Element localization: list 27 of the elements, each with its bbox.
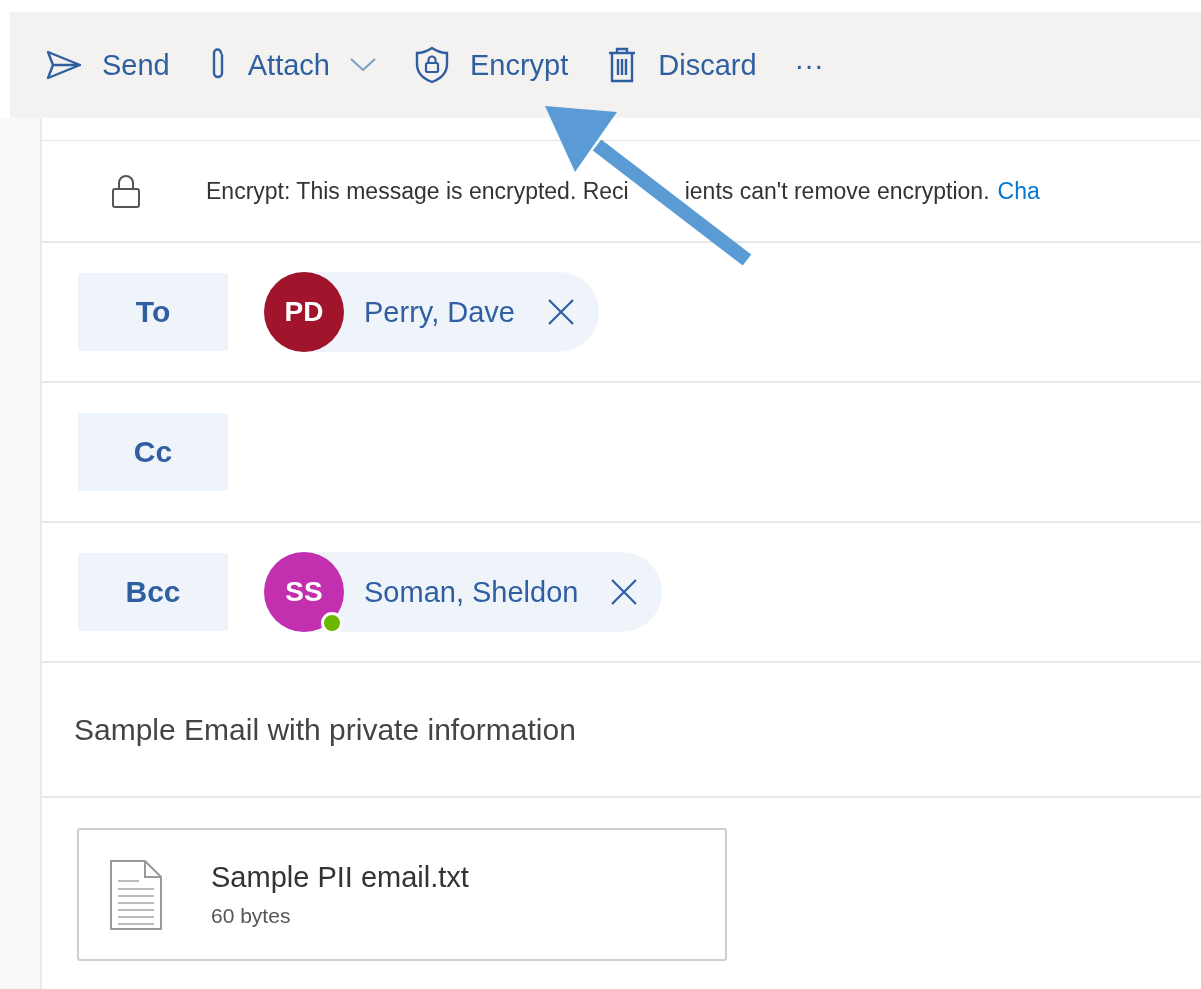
attachment-card[interactable]: Sample PII email.txt 60 bytes (77, 828, 727, 961)
avatar: SS (264, 552, 344, 632)
attachment-name: Sample PII email.txt (211, 861, 469, 894)
toolbar-button[interactable]: Discard (600, 42, 763, 88)
recipient-field-button[interactable]: Bcc (78, 553, 228, 631)
toolbar-button[interactable]: Attach (201, 43, 382, 87)
close-icon[interactable] (546, 298, 575, 326)
shield-lock-icon (413, 46, 450, 84)
online-status-dot (321, 612, 343, 634)
more-button[interactable]: ··· (788, 44, 830, 86)
send-icon (46, 50, 82, 80)
recipient-field-button[interactable]: Cc (78, 413, 228, 491)
caret-icon (349, 58, 376, 72)
lock-icon (110, 173, 142, 209)
encryption-notice: Encrypt: This message is encrypted. Reci (206, 177, 629, 205)
document-icon (109, 858, 163, 931)
change-link[interactable]: Cha (997, 177, 1040, 205)
toolbar-button[interactable]: Encrypt (407, 42, 575, 88)
attachment-size: 60 bytes (211, 904, 292, 928)
encryption-notice: ients can't remove encryption. (684, 177, 990, 205)
recipient-chip[interactable]: SS Soman, Sheldon (264, 552, 663, 632)
avatar: PD (264, 272, 344, 352)
toolbar-button[interactable]: Send (40, 44, 176, 86)
recipient-field-button[interactable]: To (78, 273, 228, 351)
subject-text: Sample Email with private information (74, 712, 576, 747)
recipient-chip[interactable]: PD Perry, Dave (264, 272, 599, 352)
close-icon[interactable] (610, 578, 639, 606)
